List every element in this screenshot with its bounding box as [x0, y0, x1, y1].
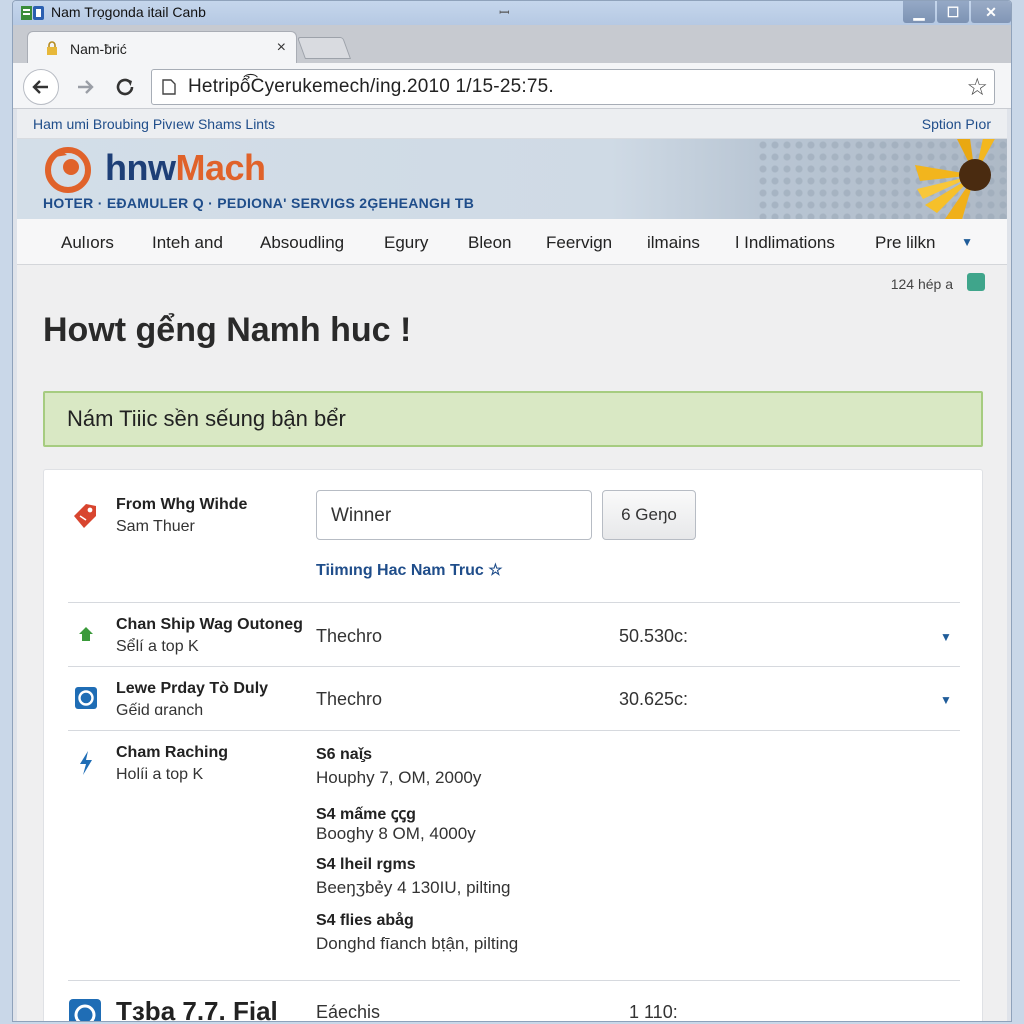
tab-close-icon[interactable]: × — [277, 39, 286, 57]
circle-badge-icon — [69, 999, 101, 1021]
back-button[interactable] — [23, 69, 59, 105]
new-tab-button[interactable] — [296, 37, 352, 59]
detail-subtitle: Holíi a top K — [116, 766, 204, 783]
menu-item-4[interactable]: Egury — [384, 233, 428, 253]
menu-item-1[interactable]: Aulıors — [61, 233, 114, 253]
tab-label: Nam-ƀrić — [70, 41, 127, 57]
page-icon — [162, 79, 176, 95]
row-amount: 30.625c: — [619, 689, 689, 709]
close-window-button[interactable]: ✕ — [971, 1, 1011, 23]
menu-item-5[interactable]: Bleon — [468, 233, 511, 253]
title-glyph: ꟷ — [499, 5, 510, 20]
row-title: Chan Ship Wag Outoneg — [116, 616, 303, 633]
menu-item-2[interactable]: Inteh and — [152, 233, 223, 253]
bookmark-star-icon[interactable]: ☆ — [966, 73, 988, 102]
menu-item-9[interactable]: Pre lilkn — [875, 233, 935, 253]
forward-button[interactable] — [67, 69, 103, 105]
row-divider — [68, 730, 960, 731]
detail-item-value: Beeŋʒbẻy 4 130IU, pilting — [316, 878, 511, 897]
lightning-icon — [80, 751, 92, 775]
form-subtitle: Sam Thuer — [116, 518, 195, 535]
home-icon — [79, 627, 93, 641]
go-button[interactable]: 6 Geŋo — [602, 490, 696, 540]
form-title: From Whg Wihde — [116, 496, 248, 513]
row-subtitle: Sểlí a top K — [116, 638, 199, 655]
site-tagline: HOTER · EĐAMULER Q · PEDIONA' SERVIGS 2Ģ… — [43, 195, 475, 211]
site-banner: hnwMach HOTER · EĐAMULER Q · PEDIONA' SE… — [17, 139, 1007, 219]
row-value: Thechro — [316, 626, 383, 646]
sub-info-bar: 124 hép a — [17, 265, 1007, 301]
forward-arrow-icon — [78, 80, 94, 94]
search-input-value: Winner — [331, 505, 392, 526]
notice-text: Nám Tiiic sền sếung bận bểr — [67, 406, 346, 431]
notice-banner: Nám Tiiic sền sếung bận bểr — [43, 391, 983, 447]
flower-image — [915, 139, 995, 219]
detail-item-value: Donghd fīanch bṭận, pilting — [316, 934, 519, 953]
site-top-strip: Ham umi Broubing Pivıew Shams Lints Spti… — [17, 109, 1007, 139]
site-logo[interactable]: hnwMach — [105, 147, 266, 189]
search-input[interactable]: Winner — [316, 490, 592, 540]
row-subtitle: Gếid ɑranch — [116, 702, 204, 719]
menu-item-8[interactable]: ǀ Indlimations — [735, 233, 835, 253]
detail-item-heading: S4 flies abåg — [316, 912, 414, 929]
bottom-row-title: Tзba 7.7. Fial — [116, 996, 278, 1022]
window-controls: ▁ ☐ ✕ — [901, 1, 1011, 25]
reload-button[interactable] — [107, 69, 143, 105]
title-bar: Nam Trọgonda itail Canb ꟷ ▁ ☐ ✕ — [13, 1, 1011, 25]
tag-icon — [74, 504, 96, 528]
bottom-row-amount: 1 110: — [629, 1002, 678, 1022]
sub-info-text: 124 hép a — [890, 276, 953, 292]
row-value: Thechro — [316, 689, 383, 709]
row-divider — [68, 602, 960, 603]
main-menu: Aulıors Inteh and Absoudling Egury Bleon… — [17, 219, 1007, 265]
minimize-button[interactable]: ▁ — [903, 1, 935, 23]
detail-item-value: Booghy 8 OM, 4000y — [316, 824, 476, 843]
browser-tab[interactable]: Nam-ƀrić × — [27, 31, 297, 65]
menu-item-6[interactable]: Feervign — [546, 233, 612, 253]
app-icon — [21, 6, 44, 20]
row-title: Lewe Prday Tò Duly — [116, 680, 269, 697]
logo-part-1: hnw — [105, 147, 176, 188]
logo-part-2: Mach — [175, 147, 266, 188]
form-link[interactable]: Tiimıng Hac Nam Truc ☆ — [316, 560, 503, 580]
lock-icon — [47, 41, 57, 55]
back-arrow-icon — [32, 80, 48, 94]
detail-item-heading: S4 mấme ꞔꞔg — [316, 806, 416, 823]
top-option-link[interactable]: Sption Pıor — [922, 116, 991, 132]
logo-mark-icon — [45, 147, 91, 193]
circle-badge-icon — [75, 687, 97, 709]
detail-item-heading: S6 naǐ̧s — [316, 746, 373, 763]
detail-item-heading: S4 lheil rgms — [316, 856, 416, 873]
top-links[interactable]: Ham umi Broubing Pivıew Shams Lints — [33, 116, 275, 132]
reload-icon — [116, 78, 134, 96]
menu-item-7[interactable]: ilmains — [647, 233, 700, 253]
maximize-button[interactable]: ☐ — [937, 1, 969, 23]
page-headline: Howt gểng Namh huc ! — [43, 311, 412, 349]
menu-item-3[interactable]: Absoudling — [260, 233, 344, 253]
window-title: Nam Trọgonda itail Canb — [51, 4, 206, 20]
row-expand-icon[interactable]: ▼ — [940, 630, 952, 644]
bottom-row-value: Eáechis — [316, 1002, 381, 1022]
content-card: From Whg Wihde Sam Thuer Winner 6 Geŋo T… — [43, 469, 983, 1022]
row-amount: 50.530c: — [619, 626, 689, 646]
detail-title: Cham Raching — [116, 744, 229, 761]
tab-strip: Nam-ƀrić × — [13, 25, 1011, 65]
browser-toolbar: Hetripổ͡Cyerukemech/ing.2010 1/15-25:75.… — [13, 63, 1011, 109]
browser-window: Nam Trọgonda itail Canb ꟷ ▁ ☐ ✕ Nam-ƀrić… — [12, 0, 1012, 1022]
menu-dropdown-icon[interactable]: ▼ — [961, 235, 973, 249]
row-divider — [68, 666, 960, 667]
url-text: Hetripổ͡Cyerukemech/ing.2010 1/15-25:75. — [188, 76, 554, 97]
row-divider — [68, 980, 960, 981]
refresh-badge-icon[interactable] — [967, 273, 985, 291]
web-page: Ham umi Broubing Pivıew Shams Lints Spti… — [17, 109, 1007, 1022]
address-bar[interactable]: Hetripổ͡Cyerukemech/ing.2010 1/15-25:75.… — [151, 69, 995, 105]
detail-item-value: Houphy 7, OM, 2000y — [316, 768, 482, 787]
row-expand-icon[interactable]: ▼ — [940, 693, 952, 707]
